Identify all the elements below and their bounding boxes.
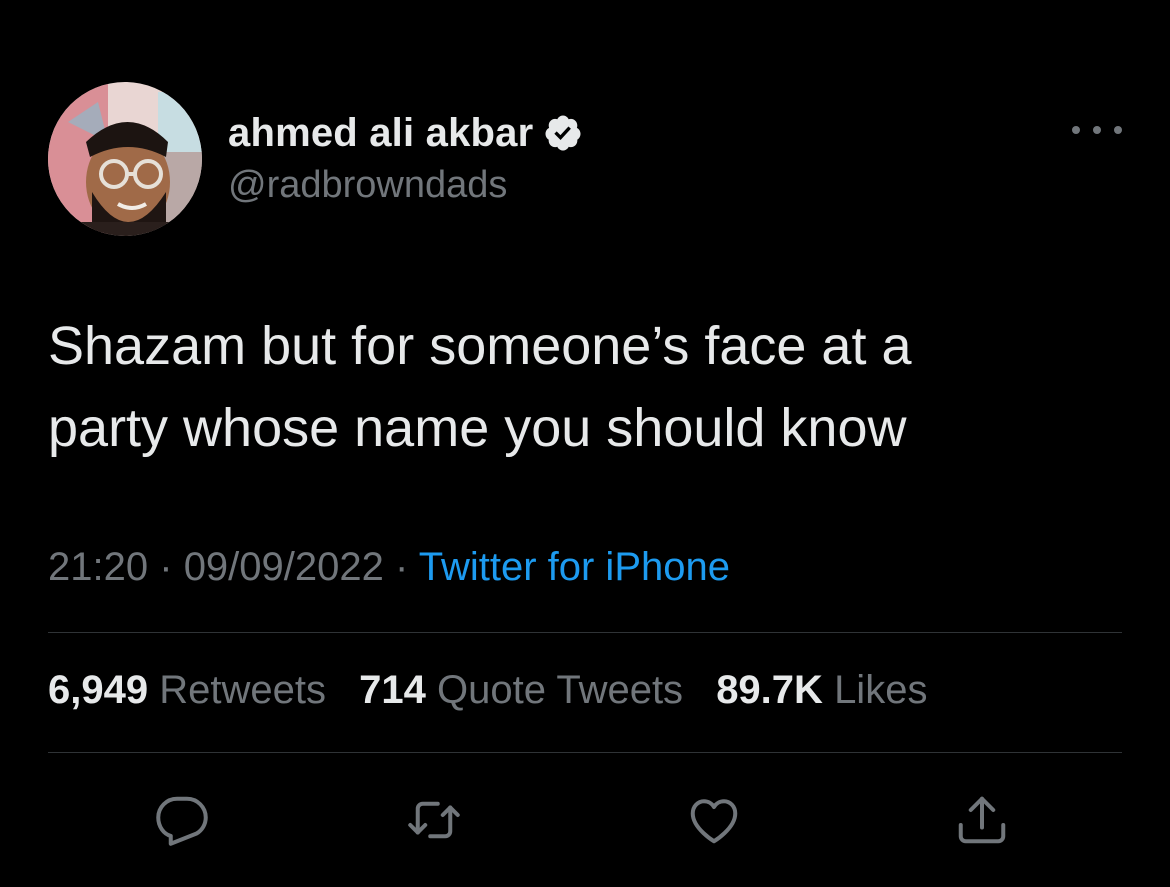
tweet: ahmed ali akbar @radbrowndads Shazam but… <box>0 0 1170 887</box>
more-dot <box>1072 126 1080 134</box>
meta-separator: · <box>159 545 173 589</box>
more-dot <box>1093 126 1101 134</box>
retweet-button[interactable] <box>404 790 464 850</box>
tweet-time[interactable]: 21:20 <box>48 545 148 589</box>
quote-tweets-count: 714 <box>359 668 426 712</box>
tweet-text-line-2: party whose name you should know <box>48 398 907 458</box>
avatar[interactable] <box>48 82 202 236</box>
divider <box>48 632 1122 633</box>
tweet-text-line-1: Shazam but for someone’s face at a <box>48 316 912 376</box>
author-names: ahmed ali akbar @radbrowndads <box>228 108 583 207</box>
avatar-image <box>48 82 202 236</box>
tweet-actions <box>0 790 1170 850</box>
divider <box>48 752 1122 753</box>
share-button[interactable] <box>952 790 1012 850</box>
more-dot <box>1114 126 1122 134</box>
more-horizontal-icon[interactable] <box>1072 120 1122 140</box>
likes-count: 89.7K <box>716 668 823 712</box>
tweet-date[interactable]: 09/09/2022 <box>184 545 384 589</box>
quote-tweets-stat[interactable]: 714 Quote Tweets <box>359 668 683 712</box>
verified-badge-icon <box>543 113 583 153</box>
heart-icon <box>690 799 738 844</box>
retweet-icon <box>408 801 460 839</box>
tweet-stats: 6,949 Retweets 714 Quote Tweets 89.7K Li… <box>48 668 949 713</box>
like-button[interactable] <box>684 790 744 850</box>
meta-separator: · <box>395 545 409 589</box>
retweets-stat[interactable]: 6,949 Retweets <box>48 668 326 712</box>
display-name-row: ahmed ali akbar <box>228 108 583 158</box>
tweet-text: Shazam but for someone’s face at a party… <box>48 305 1128 469</box>
retweets-count: 6,949 <box>48 668 149 712</box>
reply-icon <box>156 796 208 846</box>
quote-tweets-label: Quote Tweets <box>436 668 684 712</box>
author-handle[interactable]: @radbrowndads <box>228 164 583 207</box>
likes-label: Likes <box>834 668 928 712</box>
tweet-meta: 21:20 · 09/09/2022 · Twitter for iPhone <box>48 545 730 590</box>
share-icon <box>958 796 1006 844</box>
reply-button[interactable] <box>152 790 212 850</box>
likes-stat[interactable]: 89.7K Likes <box>716 668 927 712</box>
retweets-label: Retweets <box>159 668 326 712</box>
tweet-header: ahmed ali akbar @radbrowndads <box>48 82 1122 236</box>
tweet-source-link[interactable]: Twitter for iPhone <box>419 545 730 589</box>
display-name[interactable]: ahmed ali akbar <box>228 111 533 156</box>
